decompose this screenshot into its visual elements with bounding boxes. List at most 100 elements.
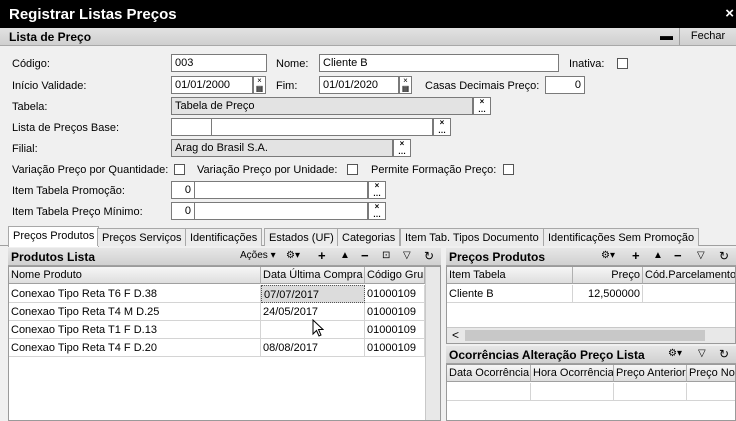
column-header[interactable]: Data Última Compra <box>261 267 365 284</box>
tab-identificacoes-sem-promocao[interactable]: Identificações Sem Promoção <box>543 228 700 246</box>
window-close-icon[interactable]: × <box>725 5 734 22</box>
tab-precos-produtos[interactable]: Preços Produtos <box>8 226 100 247</box>
casas-decimais-label: Casas Decimais Preço: <box>425 80 540 92</box>
table-cell-selected[interactable]: 07/07/2017 <box>261 285 365 303</box>
produtos-lista-title: Produtos Lista <box>11 250 96 264</box>
inativa-label: Inativa: <box>569 58 605 70</box>
fim-field[interactable]: 01/01/2020 <box>319 76 399 94</box>
window-titlebar: Registrar Listas Preços × <box>0 0 736 28</box>
refresh-icon[interactable]: ↻ <box>424 249 434 263</box>
inicio-validade-label: Início Validade: <box>12 80 87 92</box>
item-promocao-code-field[interactable]: 0 <box>171 181 195 199</box>
produtos-lista-header: Produtos Lista Ações ▾ ⚙▾ + ▲ − ⊡ ▽ ↻ <box>8 248 441 266</box>
lista-base-lookup-icon[interactable]: ×… <box>433 118 451 136</box>
column-header[interactable]: Cód.Parcelamento <box>643 267 735 284</box>
scroll-thumb[interactable] <box>465 330 705 341</box>
filial-field[interactable]: Arag do Brasil S.A. <box>171 139 393 157</box>
table-cell[interactable]: Conexao Tipo Reta T4 M D.25 <box>9 303 261 321</box>
ocorrencias-header: Ocorrências Alteração Preço Lista ⚙▾ ▽ ↻ <box>446 346 736 364</box>
table-cell[interactable]: Conexao Tipo Reta T1 F D.13 <box>9 321 261 339</box>
lista-preco-form: Código: 003 Nome: Cliente B Inativa: Iní… <box>0 46 736 226</box>
filter-icon[interactable]: ▽ <box>403 250 411 261</box>
tabela-lookup-icon[interactable]: ×… <box>473 97 491 115</box>
add-icon[interactable]: + <box>632 248 640 263</box>
column-header[interactable]: Hora Ocorrência <box>531 365 614 382</box>
table-cell[interactable]: 08/08/2017 <box>261 339 365 357</box>
tab-categorias[interactable]: Categorias <box>337 228 401 246</box>
table-cell[interactable]: Cliente B <box>447 285 573 303</box>
var-unidade-checkbox[interactable] <box>347 164 358 175</box>
minimize-icon[interactable]: ▬ <box>660 28 673 43</box>
acoes-dropdown[interactable]: Ações ▾ <box>240 250 276 261</box>
scroll-left-icon[interactable]: < <box>452 328 459 342</box>
item-promocao-label: Item Tabela Promoção: <box>12 185 125 197</box>
section-title: Lista de Preço <box>9 30 92 44</box>
ocorrencias-title: Ocorrências Alteração Preço Lista <box>449 348 645 362</box>
column-header[interactable]: Código Grup <box>365 267 425 284</box>
item-minimo-code-field[interactable]: 0 <box>171 202 195 220</box>
move-up-icon[interactable]: ▲ <box>340 250 350 261</box>
tools-icon[interactable]: ⚙▾ <box>286 250 300 261</box>
inativa-checkbox[interactable] <box>617 58 628 69</box>
table-cell[interactable]: Conexao Tipo Reta T4 F D.20 <box>9 339 261 357</box>
casas-decimais-field[interactable]: 0 <box>545 76 585 94</box>
lista-base-code-field[interactable] <box>171 118 212 136</box>
table-cell[interactable]: 01000109 <box>365 285 425 303</box>
column-header[interactable]: Data Ocorrência <box>447 365 531 382</box>
empty-cell <box>614 383 687 401</box>
filial-lookup-icon[interactable]: ×… <box>393 139 411 157</box>
tab-item-tipos-documento[interactable]: Item Tab. Tipos Documento <box>400 228 544 246</box>
filter-icon[interactable]: ▽ <box>698 348 706 359</box>
remove-icon[interactable]: − <box>361 248 369 263</box>
export-icon[interactable]: ⊡ <box>382 250 390 261</box>
tab-estados[interactable]: Estados (UF) <box>264 228 339 246</box>
table-cell[interactable] <box>643 285 735 303</box>
add-icon[interactable]: + <box>318 248 326 263</box>
acoes-label: Ações <box>240 250 268 261</box>
precos-produtos-title: Preços Produtos <box>449 250 546 264</box>
tab-precos-servicos[interactable]: Preços Serviços <box>97 228 187 246</box>
refresh-icon[interactable]: ↻ <box>719 347 729 361</box>
fim-calendar-icon[interactable]: × ▦ <box>399 76 412 94</box>
vertical-scrollbar[interactable] <box>425 267 440 420</box>
tabela-field[interactable]: Tabela de Preço <box>171 97 473 115</box>
filial-label: Filial: <box>12 143 38 155</box>
tools-icon[interactable]: ⚙▾ <box>668 348 682 359</box>
fim-label: Fim: <box>276 80 298 92</box>
permite-formacao-checkbox[interactable] <box>503 164 514 175</box>
item-minimo-name-field[interactable] <box>194 202 368 220</box>
item-minimo-lookup-icon[interactable]: ×… <box>368 202 386 220</box>
lista-base-name-field[interactable] <box>211 118 433 136</box>
horizontal-scrollbar[interactable]: < <box>447 327 735 343</box>
table-cell[interactable]: 01000109 <box>365 321 425 339</box>
column-header[interactable]: Nome Produto <box>9 267 261 284</box>
column-header[interactable]: Preço No <box>687 365 735 382</box>
empty-cell <box>687 383 735 401</box>
column-header[interactable]: Item Tabela <box>447 267 573 284</box>
column-header[interactable]: Preço <box>573 267 643 284</box>
var-unidade-label: Variação Preço por Unidade: <box>197 164 338 176</box>
table-cell[interactable]: Conexao Tipo Reta T6 F D.38 <box>9 285 261 303</box>
filter-icon[interactable]: ▽ <box>697 250 705 261</box>
inicio-calendar-icon[interactable]: × ▦ <box>253 76 266 94</box>
remove-icon[interactable]: − <box>674 248 682 263</box>
tools-icon[interactable]: ⚙▾ <box>601 250 615 261</box>
ocorrencias-grid: Data Ocorrência Hora Ocorrência Preço An… <box>446 364 736 421</box>
table-cell[interactable]: 12,500000 <box>573 285 643 303</box>
tabela-label: Tabela: <box>12 101 48 113</box>
move-up-icon[interactable]: ▲ <box>653 250 663 261</box>
nome-field[interactable]: Cliente B <box>319 54 559 72</box>
var-quantidade-checkbox[interactable] <box>174 164 185 175</box>
lista-base-label: Lista de Preços Base: <box>12 122 120 134</box>
item-promocao-name-field[interactable] <box>194 181 368 199</box>
table-cell[interactable]: 01000109 <box>365 339 425 357</box>
column-header[interactable]: Preço Anterior <box>614 365 687 382</box>
close-button[interactable]: Fechar <box>679 28 736 45</box>
item-promocao-lookup-icon[interactable]: ×… <box>368 181 386 199</box>
table-cell[interactable]: 01000109 <box>365 303 425 321</box>
inicio-validade-field[interactable]: 01/01/2000 <box>171 76 253 94</box>
codigo-field[interactable]: 003 <box>171 54 267 72</box>
nome-label: Nome: <box>276 58 309 70</box>
refresh-icon[interactable]: ↻ <box>719 249 729 263</box>
tab-identificacoes[interactable]: Identificações <box>185 228 263 246</box>
